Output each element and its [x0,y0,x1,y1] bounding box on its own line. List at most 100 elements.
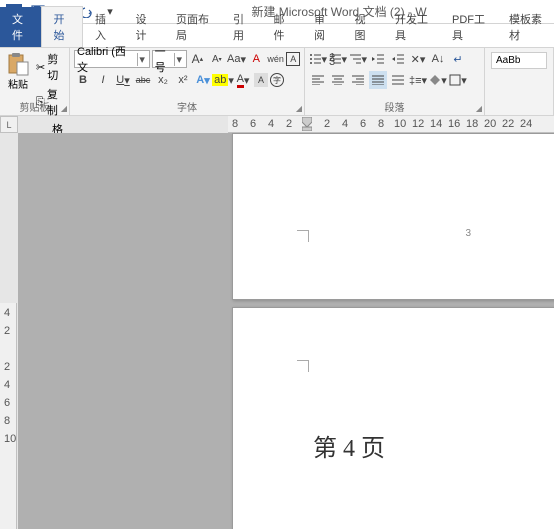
highlight-button[interactable]: ab▾ [214,71,232,89]
shading-button[interactable]: ▾ [429,71,447,89]
margin-corner-icon [297,230,309,242]
page-number: 3 [465,228,471,239]
vtick: 8 [4,415,10,427]
enclose-char-button[interactable]: 字 [270,73,284,87]
vertical-ruler[interactable]: 4 2 2 4 6 8 10 [0,303,17,529]
asian-layout-button[interactable]: ✕▾ [409,50,427,68]
font-color-button[interactable]: A▾ [234,71,252,89]
clear-label: A [253,53,260,65]
tab-references[interactable]: 引用 [221,7,262,47]
htick: 14 [430,118,442,130]
underline-button[interactable]: U▾ [114,71,132,89]
vtick: 4 [4,379,10,391]
tab-dev[interactable]: 开发工具 [383,7,440,47]
para-group-label: 段落 [305,99,484,114]
cut-label: 剪切 [47,51,63,83]
vtick: 2 [4,325,10,337]
group-clipboard: 粘贴 ✂剪切 ⎘复制 🖌格式刷 剪贴板 ◢ [0,48,70,115]
para-launcher[interactable]: ◢ [476,104,482,113]
clipboard-launcher[interactable]: ◢ [61,104,67,113]
htick: 10 [394,118,406,130]
tab-view[interactable]: 视图 [343,7,384,47]
tab-layout[interactable]: 页面布局 [164,7,221,47]
svg-text:3: 3 [329,56,335,65]
htick: 2 [286,118,292,130]
align-center-button[interactable] [329,71,347,89]
char-border-button[interactable]: A [286,52,300,66]
clear-format-button[interactable]: A [248,50,265,68]
char-shading-button[interactable]: A [254,73,268,87]
clipboard-group-label: 剪贴板 [0,99,69,114]
distribute-button[interactable] [389,71,407,89]
bold-button[interactable]: B [74,71,92,89]
paste-label: 粘贴 [8,76,28,91]
htick: 22 [502,118,514,130]
htick: 12 [412,118,424,130]
numbering-button[interactable]: 123▾ [329,50,347,68]
tab-insert[interactable]: 插入 [83,7,124,47]
chevron-down-icon: ▾ [174,53,184,66]
htick: 20 [484,118,496,130]
strike-button[interactable]: abc [134,71,152,89]
tab-design[interactable]: 设计 [124,7,165,47]
font-launcher[interactable]: ◢ [296,104,302,113]
tab-review[interactable]: 审阅 [302,7,343,47]
cut-button[interactable]: ✂剪切 [34,50,65,84]
subscript-button[interactable]: x₂ [154,71,172,89]
change-case-button[interactable]: Aa▾ [228,50,246,68]
tab-template[interactable]: 模板素材 [497,7,554,47]
borders-button[interactable]: ▾ [449,71,467,89]
htick: 4 [268,118,274,130]
page-4[interactable]: 第 4 页 [232,307,554,529]
case-label: Aa [227,53,240,65]
grow-font-button[interactable]: A▴ [189,50,206,68]
font-name-combo[interactable]: Calibri (西文▾ [74,50,150,68]
indent-marker-icon[interactable] [302,117,312,131]
ruler-corner[interactable]: L [0,116,18,133]
fc-label: A [237,73,244,88]
htick: 18 [466,118,478,130]
italic-button[interactable]: I [94,71,112,89]
line-spacing-button[interactable]: ‡≡▾ [409,71,427,89]
align-left-button[interactable] [309,71,327,89]
scissors-icon: ✂ [36,61,45,74]
vtick: 6 [4,397,10,409]
show-marks-button[interactable]: ↵ [449,50,467,68]
htick: 8 [232,118,238,130]
tab-pdf[interactable]: PDF工具 [440,7,497,47]
group-styles: AaBb [485,48,554,115]
text-effect-button[interactable]: A▾ [194,71,212,89]
font-size-combo[interactable]: 一号▾ [152,50,187,68]
shrink-font-button[interactable]: A▾ [208,50,225,68]
font-group-label: 字体 [70,99,304,114]
ribbon: 粘贴 ✂剪切 ⎘复制 🖌格式刷 剪贴板 ◢ Calibri (西文▾ 一号▾ A… [0,48,554,116]
te-label: A [196,74,204,86]
vtick: 10 [4,433,16,445]
increase-indent-button[interactable] [389,50,407,68]
decrease-indent-button[interactable] [369,50,387,68]
page-body-text[interactable]: 第 4 页 [313,428,385,463]
tab-home[interactable]: 开始 [41,6,84,47]
margin-corner-icon [297,360,309,372]
vtick: 2 [4,361,10,373]
vtick: 4 [4,307,10,319]
sort-button[interactable]: A↓ [429,50,447,68]
htick: 6 [250,118,256,130]
superscript-button[interactable]: x² [174,71,192,89]
htick: 6 [360,118,366,130]
phonetic-button[interactable]: wén [267,50,284,68]
style-normal[interactable]: AaBb [491,52,547,69]
multilevel-button[interactable]: ▾ [349,50,367,68]
align-right-button[interactable] [349,71,367,89]
justify-button[interactable] [369,71,387,89]
tab-file[interactable]: 文件 [0,7,41,47]
bullets-button[interactable]: ▾ [309,50,327,68]
document-area[interactable]: 3 第 4 页 [18,133,554,529]
horizontal-ruler[interactable]: 8 6 4 2 2 4 6 8 10 12 14 16 18 20 22 24 [228,116,554,133]
tab-mail[interactable]: 邮件 [262,7,303,47]
htick: 24 [520,118,532,130]
htick: 16 [448,118,460,130]
page-3[interactable]: 3 [232,133,554,300]
chevron-down-icon: ▾ [137,53,147,66]
htick: 4 [342,118,348,130]
